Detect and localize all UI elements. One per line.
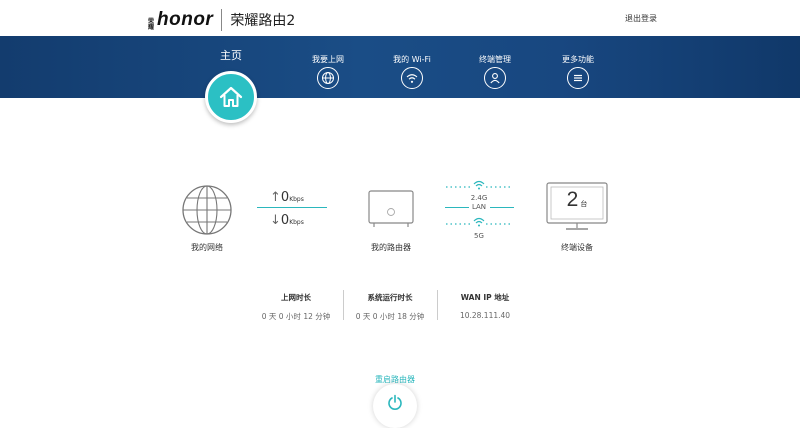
online-time-value: 0 天 0 小时 12 分钟: [261, 312, 331, 321]
arrow-up-icon: ↑: [270, 190, 281, 205]
devices-monitor[interactable]: 2台: [546, 182, 608, 232]
nav-item-label: 更多功能: [562, 55, 594, 64]
wifi-5g-icon: [446, 217, 512, 227]
download-value: 0: [280, 213, 290, 228]
reboot-button[interactable]: [373, 384, 417, 428]
online-time: 上网时长 0 天 0 小时 12 分钟: [248, 292, 344, 322]
device-count-wrap: 2台: [546, 188, 608, 212]
internet-link-line: [257, 207, 327, 208]
devices-label: 终端设备: [561, 243, 593, 252]
speed-unit: Kbps: [289, 219, 304, 226]
user-icon: [484, 67, 506, 89]
menu-icon: [567, 67, 589, 89]
download-speed: ↓0Kbps: [270, 213, 304, 228]
upload-speed: ↑0Kbps: [270, 190, 304, 205]
wifi-24g-icon: [446, 180, 512, 190]
nav-home-label: 主页: [220, 49, 242, 62]
nav-item-devices[interactable]: 终端管理: [460, 54, 530, 89]
nav-item-label: 终端管理: [479, 55, 511, 64]
wan-ip-label: WAN IP 地址: [460, 293, 510, 302]
wan-ip-value: 10.28.111.40: [459, 311, 511, 320]
product-title: 荣耀路由2: [230, 13, 296, 29]
logout-link[interactable]: 退出登录: [625, 13, 657, 24]
honor-logo: 荣耀 honor: [148, 9, 213, 31]
nav-item-internet[interactable]: 我要上网: [293, 54, 363, 89]
online-time-label: 上网时长: [281, 293, 311, 302]
home-icon: [219, 86, 243, 107]
system-uptime: 系统运行时长 0 天 0 小时 18 分钟: [342, 292, 438, 322]
brand-name: honor: [157, 9, 214, 30]
wifi-icon: [401, 67, 423, 89]
brand-mark: 荣耀: [148, 18, 155, 31]
arrow-down-icon: ↓: [270, 213, 281, 228]
router-label: 我的路由器: [371, 243, 411, 252]
uptime-value: 0 天 0 小时 18 分钟: [355, 312, 425, 321]
uptime-label: 系统运行时长: [367, 293, 413, 302]
nav-item-label: 我要上网: [312, 55, 344, 64]
device-unit: 台: [580, 200, 588, 208]
nav-item-label: 我的 Wi-Fi: [393, 55, 431, 64]
nav-item-wifi[interactable]: 我的 Wi-Fi: [377, 54, 447, 89]
lan-line-right: [490, 207, 514, 208]
wan-ip: WAN IP 地址 10.28.111.40: [437, 292, 533, 320]
globe-icon: [317, 67, 339, 89]
speed-unit: Kbps: [289, 196, 304, 203]
upload-value: 0: [280, 190, 290, 205]
internet-globe-icon[interactable]: [181, 184, 233, 236]
nav-home-button[interactable]: [205, 71, 257, 123]
router-icon[interactable]: [368, 190, 414, 228]
brand-separator: [221, 9, 223, 31]
power-icon: [388, 394, 402, 410]
band-24g-label: 2.4G: [470, 194, 488, 202]
nav-item-more[interactable]: 更多功能: [543, 54, 613, 89]
internet-label: 我的网络: [191, 243, 223, 252]
top-bar: 荣耀 honor 荣耀路由2 退出登录: [0, 0, 800, 36]
band-5g-label: 5G: [474, 232, 484, 240]
brand: 荣耀 honor 荣耀路由2: [148, 9, 295, 31]
device-count: 2: [566, 188, 579, 211]
